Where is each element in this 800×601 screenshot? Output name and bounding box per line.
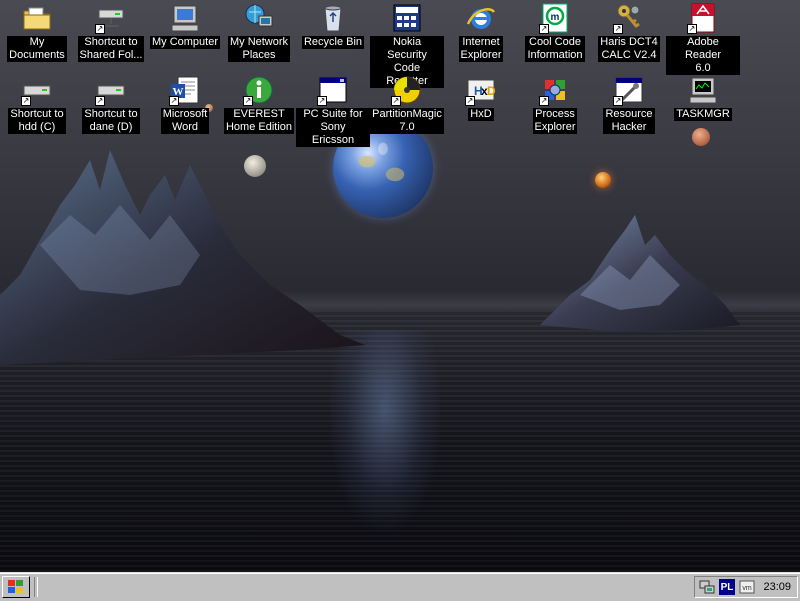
- icon-haris-dct4-calc[interactable]: ↗ Haris DCT4 CALC V2.4: [592, 0, 666, 70]
- taskbar: PL vm 23:09: [0, 572, 800, 601]
- adobe-reader-icon: ↗: [687, 2, 719, 34]
- everest-info-icon: ↗: [243, 74, 275, 106]
- hxd-icon: HxD ↗: [465, 74, 497, 106]
- icon-adobe-reader[interactable]: ↗ Adobe Reader 6.0: [666, 0, 740, 75]
- icon-label: Adobe Reader 6.0: [666, 36, 740, 75]
- icon-label: My Computer: [149, 36, 221, 49]
- icon-shortcut-hdd-c[interactable]: ↗ Shortcut to hdd (C): [0, 72, 74, 142]
- folder-documents-icon: [21, 2, 53, 34]
- network-tray-icon[interactable]: [699, 579, 715, 595]
- icon-process-explorer[interactable]: ↗ Process Explorer: [518, 72, 592, 142]
- network-places-icon: [243, 2, 275, 34]
- window-app-icon: ↗: [317, 74, 349, 106]
- shortcut-arrow-icon: ↗: [465, 96, 475, 106]
- icon-my-computer[interactable]: My Computer: [148, 0, 222, 70]
- shortcut-arrow-icon: ↗: [95, 24, 105, 34]
- shortcut-arrow-icon: ↗: [317, 96, 327, 106]
- icon-hxd[interactable]: HxD ↗ HxD: [444, 72, 518, 142]
- system-tray: PL vm 23:09: [694, 576, 798, 598]
- partition-magic-icon: ↗: [391, 74, 423, 106]
- taskbar-separator: [34, 577, 38, 597]
- icon-pc-suite-sony-ericsson[interactable]: ↗ PC Suite for Sony Ericsson: [296, 72, 370, 147]
- icon-recycle-bin[interactable]: Recycle Bin: [296, 0, 370, 70]
- icon-label: Recycle Bin: [301, 36, 365, 49]
- icon-label: My Network Places: [227, 36, 291, 62]
- icon-label: My Documents: [7, 36, 67, 62]
- icon-label: PartitionMagic 7.0: [370, 108, 444, 134]
- shortcut-arrow-icon: ↗: [613, 96, 623, 106]
- shortcut-arrow-icon: ↗: [539, 96, 549, 106]
- process-explorer-icon: ↗: [539, 74, 571, 106]
- recycle-bin-icon: [317, 2, 349, 34]
- icon-label: Shortcut to Shared Fol...: [77, 36, 145, 62]
- shortcut-arrow-icon: ↗: [21, 96, 31, 106]
- cool-code-icon: m ↗: [539, 2, 571, 34]
- icon-label: Shortcut to dane (D): [82, 108, 140, 134]
- start-button[interactable]: [2, 576, 30, 598]
- icon-taskmgr[interactable]: TASKMGR: [666, 72, 740, 142]
- hard-drive-icon: ↗: [95, 74, 127, 106]
- internet-explorer-icon: [465, 2, 497, 34]
- icon-shortcut-shared-folder[interactable]: ↗ Shortcut to Shared Fol...: [74, 0, 148, 70]
- icon-label: EVEREST Home Edition: [223, 108, 295, 134]
- icon-label: Resource Hacker: [603, 108, 655, 134]
- icon-label: Haris DCT4 CALC V2.4: [598, 36, 660, 62]
- icon-my-network-places[interactable]: My Network Places: [222, 0, 296, 70]
- icon-label: HxD: [468, 108, 494, 121]
- keys-icon: ↗: [613, 2, 645, 34]
- shortcut-arrow-icon: ↗: [95, 96, 105, 106]
- shortcut-arrow-icon: ↗: [613, 24, 623, 34]
- svg-text:m: m: [551, 12, 560, 23]
- task-manager-icon: [687, 74, 719, 106]
- icon-nokia-security-code-resetter[interactable]: Nokia Security Code Resetter: [370, 0, 444, 88]
- icon-label: Internet Explorer: [458, 36, 504, 62]
- orange-sun: [595, 172, 611, 188]
- icon-resource-hacker[interactable]: ↗ Resource Hacker: [592, 72, 666, 142]
- icon-label: Shortcut to hdd (C): [8, 108, 66, 134]
- shortcut-arrow-icon: ↗: [243, 96, 253, 106]
- icon-label: PC Suite for Sony Ericsson: [296, 108, 370, 147]
- icon-label: Microsoft Word: [160, 108, 210, 134]
- nokia-app-icon: [391, 2, 423, 34]
- shortcut-arrow-icon: ↗: [539, 24, 549, 34]
- left-island: [0, 150, 365, 365]
- icon-cool-code-information[interactable]: m ↗ Cool Code Information: [518, 0, 592, 70]
- computer-icon: [169, 2, 201, 34]
- vm-label: vm: [742, 585, 752, 592]
- windows-logo-icon: [8, 580, 23, 593]
- word-icon: W ↗: [169, 74, 201, 106]
- icon-shortcut-dane-d[interactable]: ↗ Shortcut to dane (D): [74, 72, 148, 142]
- icon-my-documents[interactable]: My Documents: [0, 0, 74, 70]
- shortcut-arrow-icon: ↗: [687, 24, 697, 34]
- icon-label: Cool Code Information: [525, 36, 585, 62]
- icon-everest-home-edition[interactable]: ↗ EVEREST Home Edition: [222, 72, 296, 142]
- icon-partitionmagic[interactable]: ↗ PartitionMagic 7.0: [370, 72, 444, 142]
- shortcut-arrow-icon: ↗: [391, 96, 401, 106]
- hard-drive-icon: ↗: [21, 74, 53, 106]
- svg-text:D: D: [487, 84, 496, 98]
- icon-label: TASKMGR: [674, 108, 732, 121]
- clock[interactable]: 23:09: [763, 581, 791, 593]
- icon-internet-explorer[interactable]: Internet Explorer: [444, 0, 518, 70]
- icon-microsoft-word[interactable]: W ↗ Microsoft Word: [148, 72, 222, 142]
- desktop[interactable]: My Documents ↗ Shortcut to Shared Fol...…: [0, 0, 800, 572]
- resource-hacker-icon: ↗: [613, 74, 645, 106]
- icon-label: Process Explorer: [532, 108, 578, 134]
- right-island: [540, 215, 740, 332]
- vmware-tray-icon[interactable]: vm: [739, 579, 755, 595]
- network-drive-icon: ↗: [95, 2, 127, 34]
- language-indicator[interactable]: PL: [719, 579, 735, 595]
- shortcut-arrow-icon: ↗: [169, 96, 179, 106]
- white-moon: [244, 155, 266, 177]
